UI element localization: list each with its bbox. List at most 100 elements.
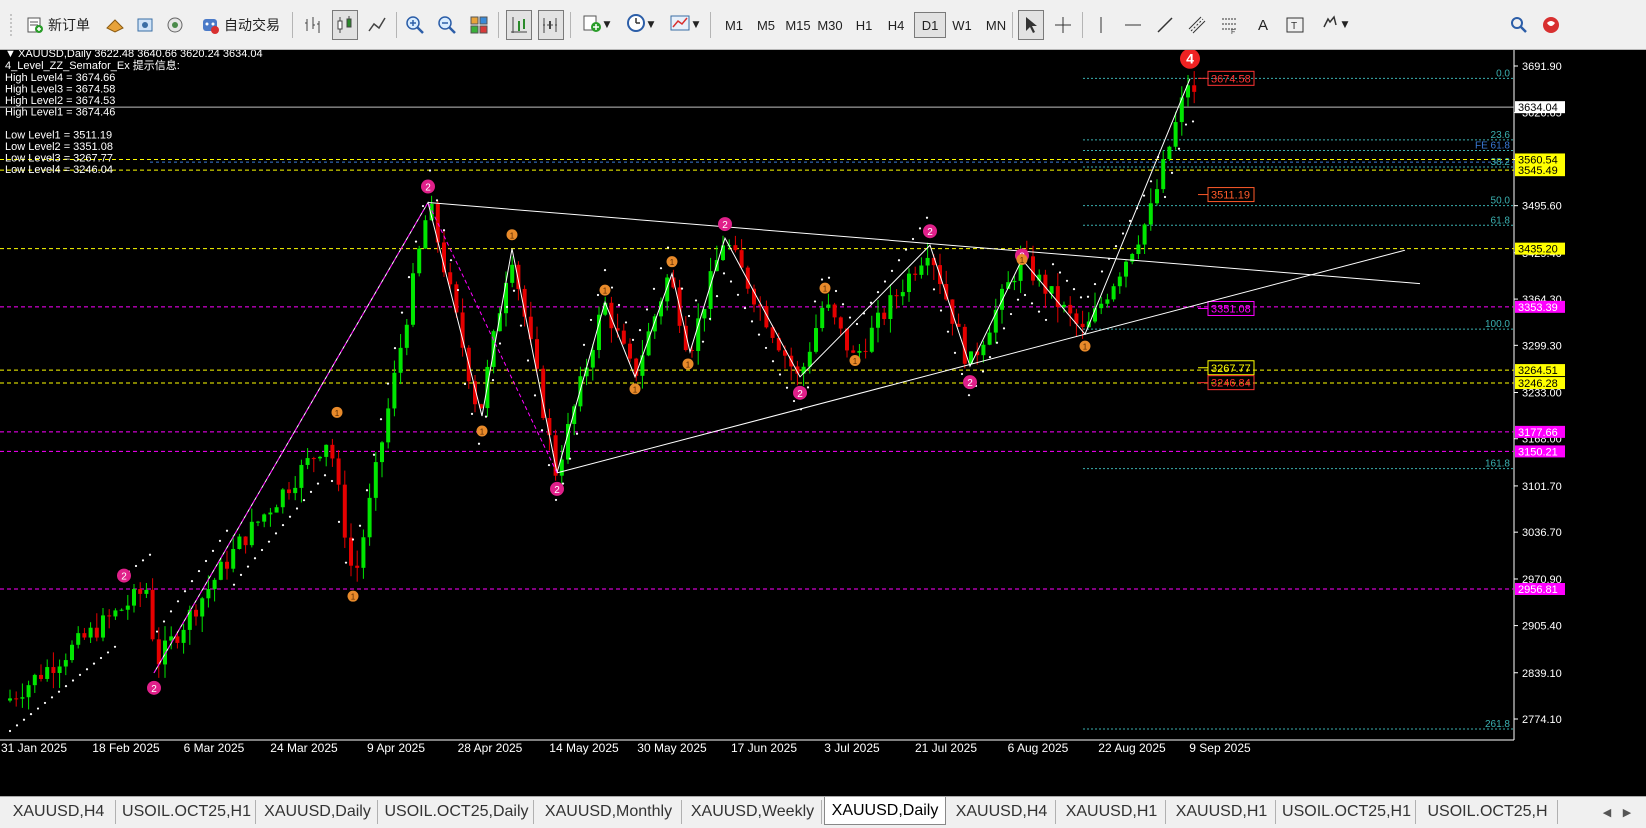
sar-dot — [400, 311, 404, 314]
crosshair-icon[interactable] — [1050, 10, 1076, 40]
zoom-out-icon[interactable] — [434, 10, 460, 40]
chat-icon[interactable] — [1538, 10, 1564, 40]
date-tick-label: 17 Jun 2025 — [731, 741, 797, 755]
date-tick-label: 24 Mar 2025 — [270, 741, 338, 755]
chart-canvas[interactable]: 3691.903626.653560.543495.603429.403364.… — [0, 50, 1646, 796]
tab-scroll-right-icon[interactable]: ▶ — [1620, 803, 1634, 821]
semafor-level2-label: 2 — [151, 684, 157, 695]
sar-dot — [631, 338, 635, 341]
text-tool-icon[interactable]: A — [1250, 10, 1276, 40]
sar-dot — [792, 399, 796, 403]
timeframe-m15-button[interactable]: M15 — [782, 12, 814, 38]
semafor-level1-label: 1 — [335, 409, 340, 418]
indicators-dropdown[interactable]: ▼ — [576, 10, 616, 40]
line-chart-icon[interactable] — [364, 10, 390, 40]
horizontal-line-icon[interactable] — [1120, 10, 1146, 40]
chart-tab[interactable]: USOIL.OCT25,H1 — [118, 800, 256, 824]
candle-body — [1012, 280, 1017, 283]
templates-dropdown[interactable]: ▼ — [664, 10, 704, 40]
zoom-in-icon[interactable] — [402, 10, 428, 40]
candle-body — [863, 350, 868, 352]
candle-body — [57, 666, 62, 673]
timeframe-h1-button[interactable]: H1 — [848, 12, 880, 38]
candle-body — [826, 304, 831, 308]
indicator-info-line: Low Level4 = 3246.04 — [5, 164, 113, 176]
sar-dot — [1093, 282, 1097, 286]
tab-scroll-left-icon[interactable]: ◀ — [1600, 803, 1614, 821]
timeframe-h4-button[interactable]: H4 — [880, 12, 912, 38]
chart-tab[interactable]: XAUUSD,H1 — [1168, 800, 1276, 824]
timeframe-m1-button[interactable]: M1 — [718, 12, 750, 38]
text-label-icon[interactable]: T — [1282, 10, 1308, 40]
data-window-icon[interactable] — [132, 10, 158, 40]
sar-dot — [540, 429, 544, 432]
candle-body — [1031, 256, 1035, 281]
sar-dot — [358, 524, 362, 527]
chevron-down-icon: ▼ — [1341, 20, 1349, 30]
candle-body — [925, 257, 930, 266]
sar-dot — [15, 724, 19, 727]
sar-dot — [1023, 293, 1027, 297]
chart-tab[interactable]: USOIL.OCT25,Daily — [380, 800, 534, 824]
periods-dropdown[interactable]: ▼ — [620, 10, 660, 40]
trendline-icon[interactable] — [1152, 10, 1178, 40]
fib-label: 38.2 — [1491, 157, 1511, 168]
arrows-dropdown[interactable]: ▼ — [1314, 10, 1354, 40]
tile-windows-icon[interactable] — [466, 10, 492, 40]
sar-dot — [435, 199, 439, 202]
chevron-down-icon: ▼ — [647, 20, 655, 30]
chart-tab[interactable]: XAUUSD,H1 — [1058, 800, 1166, 824]
sar-dot — [582, 343, 586, 346]
fibonacci-icon[interactable]: F — [1216, 10, 1242, 40]
sar-dot — [372, 453, 376, 456]
timeframe-m30-button[interactable]: M30 — [814, 12, 846, 38]
new-order-button[interactable]: 新订单 — [22, 10, 94, 40]
chart-tab[interactable]: USOIL.OCT25,H — [1418, 800, 1558, 824]
sar-dot — [344, 561, 348, 564]
timeframe-w1-button[interactable]: W1 — [946, 12, 978, 38]
sar-dot — [960, 372, 964, 376]
chart-tab[interactable]: XAUUSD,Daily — [258, 800, 378, 824]
candle-body — [243, 536, 248, 546]
bar-chart-icon[interactable] — [300, 10, 326, 40]
candle-body — [280, 489, 285, 508]
candle-body — [14, 698, 19, 700]
cursor-icon[interactable] — [1018, 10, 1044, 40]
timeframe-m5-button[interactable]: M5 — [750, 12, 782, 38]
chart-shift-icon[interactable] — [538, 10, 564, 40]
sar-dot — [736, 293, 740, 296]
date-tick-label: 30 May 2025 — [637, 741, 707, 755]
chart-tab[interactable]: XAUUSD,H4 — [948, 800, 1056, 824]
channel-icon[interactable] — [1184, 10, 1210, 40]
price-chart[interactable]: 3691.903626.653560.543495.603429.403364.… — [0, 50, 1646, 796]
chart-tab[interactable]: XAUUSD,H4 — [2, 800, 116, 824]
candle-body — [1043, 274, 1048, 294]
search-icon[interactable] — [1506, 10, 1532, 40]
sar-dot — [848, 316, 852, 319]
sar-dot — [295, 507, 299, 510]
semafor-level2-label: 2 — [967, 378, 973, 389]
sar-dot — [512, 289, 516, 292]
chart-tab[interactable]: USOIL.OCT25,H1 — [1278, 800, 1416, 824]
navigator-icon[interactable] — [162, 10, 188, 40]
auto-trading-button[interactable]: 自动交易 — [194, 10, 286, 40]
timeframe-mn-button[interactable]: MN — [980, 12, 1012, 38]
sar-dot — [995, 341, 999, 344]
chart-tab[interactable]: XAUUSD,Daily — [824, 797, 946, 825]
sar-dot — [820, 278, 824, 281]
vertical-line-icon[interactable] — [1088, 10, 1114, 40]
chart-tab[interactable]: XAUUSD,Weekly — [684, 800, 822, 824]
market-watch-icon[interactable] — [102, 10, 128, 40]
candle-body — [138, 589, 143, 594]
candle-body — [1099, 303, 1104, 309]
chart-tab[interactable]: XAUUSD,Monthly — [536, 800, 682, 824]
candlestick-chart-icon[interactable] — [332, 10, 358, 40]
sar-dot — [890, 269, 894, 272]
indicator-info-line: High Level3 = 3674.58 — [5, 84, 115, 96]
semafor-level1-label: 1 — [853, 357, 858, 366]
candle-body — [733, 245, 738, 251]
auto-scroll-icon[interactable] — [506, 10, 532, 40]
date-tick-label: 18 Feb 2025 — [92, 741, 160, 755]
timeframe-d1-button[interactable]: D1 — [914, 12, 946, 38]
semafor-level4-label: 4 — [1186, 51, 1194, 67]
